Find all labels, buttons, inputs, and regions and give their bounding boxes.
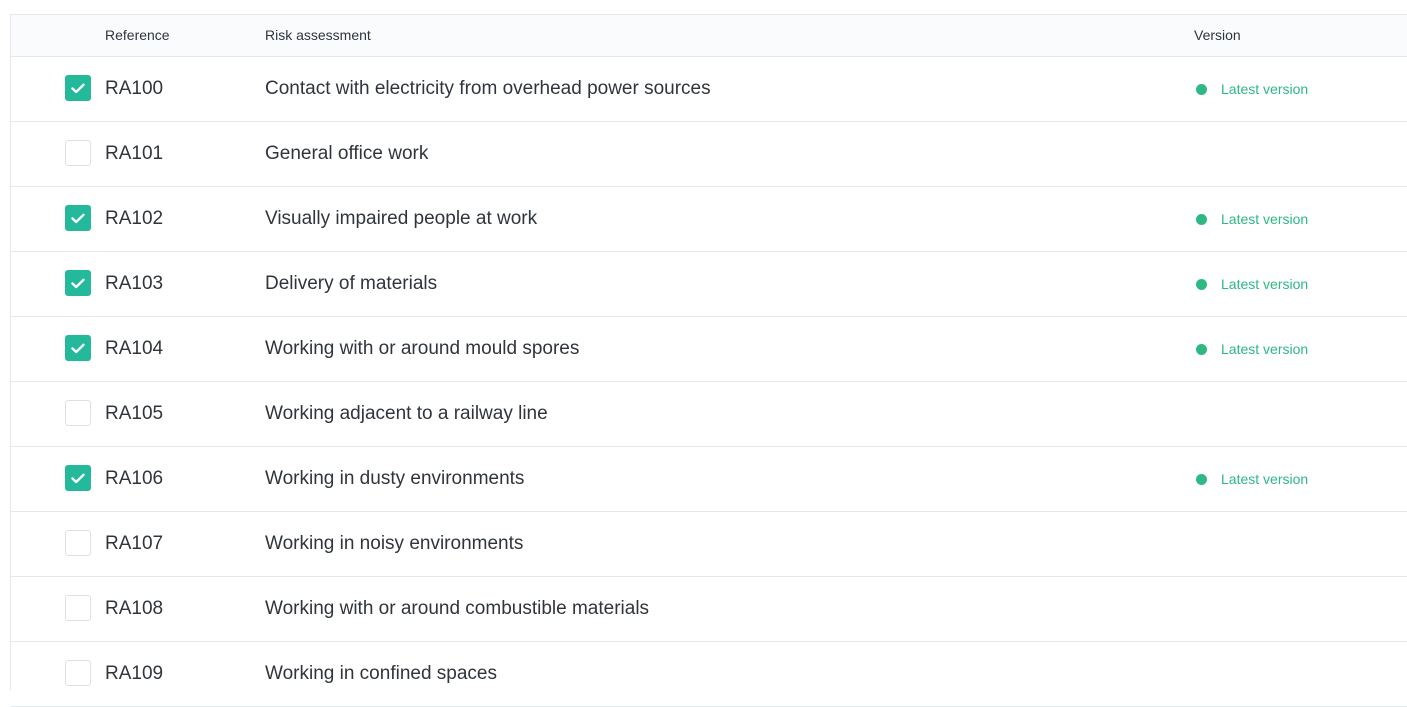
column-header-risk-assessment[interactable]: Risk assessment <box>265 27 371 43</box>
reference-cell: RA105 <box>105 403 164 424</box>
column-header-version[interactable]: Version <box>1194 27 1241 43</box>
reference-cell: RA102 <box>105 208 164 229</box>
risk-assessment-cell[interactable]: Delivery of materials <box>265 273 437 295</box>
version-status: Latest version <box>1196 210 1308 228</box>
row-checkbox[interactable] <box>65 530 91 556</box>
table-body: RA100 Contact with electricity from over… <box>11 57 1407 707</box>
version-status: Latest version <box>1196 340 1308 358</box>
reference-cell: RA101 <box>105 143 164 164</box>
check-icon <box>71 278 85 288</box>
risk-assessment-cell[interactable]: Working with or around mould spores <box>265 338 579 360</box>
table-row[interactable]: RA105 Working adjacent to a railway line <box>11 382 1407 447</box>
row-checkbox[interactable] <box>65 140 91 166</box>
row-checkbox[interactable] <box>65 335 91 361</box>
row-checkbox[interactable] <box>65 400 91 426</box>
risk-assessment-cell[interactable]: Visually impaired people at work <box>265 208 537 230</box>
version-status: Latest version <box>1196 470 1308 488</box>
table-header: Reference Risk assessment Version <box>11 15 1407 57</box>
table-row[interactable]: RA107 Working in noisy environments <box>11 512 1407 577</box>
check-icon <box>71 473 85 483</box>
reference-cell: RA106 <box>105 468 164 489</box>
risk-assessment-cell[interactable]: Contact with electricity from overhead p… <box>265 78 711 100</box>
version-label: Latest version <box>1221 81 1309 97</box>
risk-assessment-cell[interactable]: Working in dusty environments <box>265 468 524 490</box>
reference-cell: RA109 <box>105 663 164 684</box>
status-dot-icon <box>1196 83 1207 95</box>
reference-cell: RA103 <box>105 273 164 294</box>
table-row[interactable]: RA102 Visually impaired people at work L… <box>11 187 1407 252</box>
reference-cell: RA104 <box>105 338 164 359</box>
status-dot-icon <box>1196 343 1207 355</box>
version-label: Latest version <box>1221 276 1309 292</box>
table-row[interactable]: RA101 General office work <box>11 122 1407 187</box>
risk-assessment-table: Reference Risk assessment Version RA100 … <box>10 14 1407 707</box>
risk-assessment-cell[interactable]: Working in noisy environments <box>265 533 523 555</box>
reference-cell: RA100 <box>105 78 164 99</box>
status-dot-icon <box>1196 473 1207 485</box>
reference-cell: RA108 <box>105 598 164 619</box>
table-row[interactable]: RA108 Working with or around combustible… <box>11 577 1407 642</box>
table-row[interactable]: RA103 Delivery of materials Latest versi… <box>11 252 1407 317</box>
row-checkbox[interactable] <box>65 75 91 101</box>
table-row[interactable]: RA100 Contact with electricity from over… <box>11 57 1407 122</box>
version-status: Latest version <box>1196 275 1308 293</box>
row-checkbox[interactable] <box>65 205 91 231</box>
table-row[interactable]: RA106 Working in dusty environments Late… <box>11 447 1407 512</box>
risk-assessment-cell[interactable]: General office work <box>265 143 428 165</box>
version-label: Latest version <box>1221 211 1309 227</box>
table-row[interactable]: RA109 Working in confined spaces <box>11 642 1407 707</box>
check-icon <box>71 213 85 223</box>
check-icon <box>71 343 85 353</box>
status-dot-icon <box>1196 213 1207 225</box>
version-label: Latest version <box>1221 471 1309 487</box>
row-checkbox[interactable] <box>65 595 91 621</box>
row-checkbox[interactable] <box>65 270 91 296</box>
status-dot-icon <box>1196 278 1207 290</box>
version-label: Latest version <box>1221 341 1309 357</box>
risk-assessment-cell[interactable]: Working adjacent to a railway line <box>265 403 548 425</box>
risk-assessment-cell[interactable]: Working with or around combustible mater… <box>265 598 649 620</box>
check-icon <box>71 83 85 93</box>
column-header-reference[interactable]: Reference <box>105 27 170 43</box>
table-row[interactable]: RA104 Working with or around mould spore… <box>11 317 1407 382</box>
row-checkbox[interactable] <box>65 660 91 686</box>
risk-assessment-cell[interactable]: Working in confined spaces <box>265 663 497 685</box>
row-checkbox[interactable] <box>65 465 91 491</box>
reference-cell: RA107 <box>105 533 164 554</box>
version-status: Latest version <box>1196 80 1308 98</box>
